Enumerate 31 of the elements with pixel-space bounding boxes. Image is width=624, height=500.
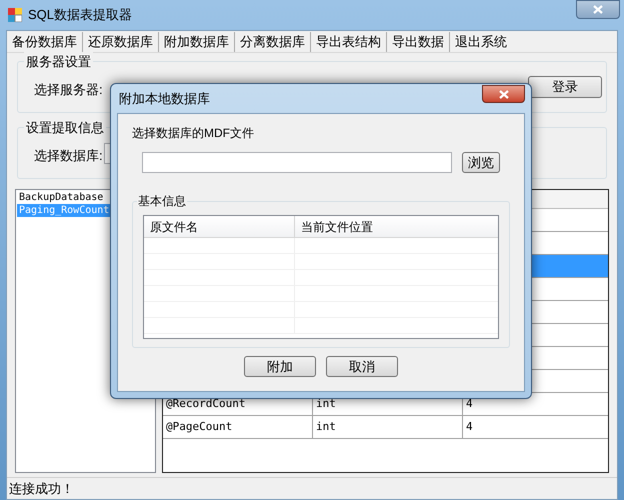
browse-button[interactable]: 浏览 — [462, 152, 500, 173]
close-icon — [498, 90, 508, 98]
table-cell-text: 4 — [465, 418, 474, 435]
table-cell: @PageCount — [163, 416, 313, 438]
close-button[interactable] — [482, 85, 525, 103]
grid-row[interactable]: @PageCount int 4 — [163, 416, 608, 439]
status-text: 连接成功！ — [9, 480, 74, 498]
file-path-field[interactable] — [142, 152, 452, 173]
column-header[interactable]: 当前文件位置 — [295, 216, 498, 237]
dialog-button[interactable]: 附加 — [244, 356, 316, 377]
field-label: 选择服务器: — [34, 81, 103, 99]
menu-item[interactable]: 导出数据 — [386, 32, 449, 52]
menu-item[interactable]: 退出系统 — [449, 32, 512, 52]
close-icon — [593, 5, 603, 14]
field-label: 选择数据库: — [34, 147, 103, 165]
menu-item[interactable]: 附加数据库 — [158, 32, 234, 52]
list-item[interactable]: BackupDatabase — [17, 191, 106, 204]
window-title: SQL数据表提取器 — [28, 6, 132, 24]
table-cell-text: 4 — [465, 396, 474, 412]
menu-item[interactable]: 备份数据库 — [7, 32, 82, 52]
menu-item[interactable]: 导出表结构 — [310, 32, 386, 52]
column-header[interactable]: 原文件名 — [144, 216, 295, 237]
dialog-title: 附加本地数据库 — [119, 90, 210, 108]
group-title: 基本信息 — [137, 192, 187, 210]
table-cell: int — [313, 416, 463, 438]
field-label: 选择数据库的MDF文件 — [132, 125, 254, 142]
menu-item[interactable]: 分离数据库 — [234, 32, 310, 52]
dialog-button[interactable]: 取消 — [326, 356, 398, 377]
app-icon — [8, 8, 22, 22]
close-button[interactable] — [576, 0, 620, 19]
login-button[interactable]: 登录 — [528, 76, 602, 98]
